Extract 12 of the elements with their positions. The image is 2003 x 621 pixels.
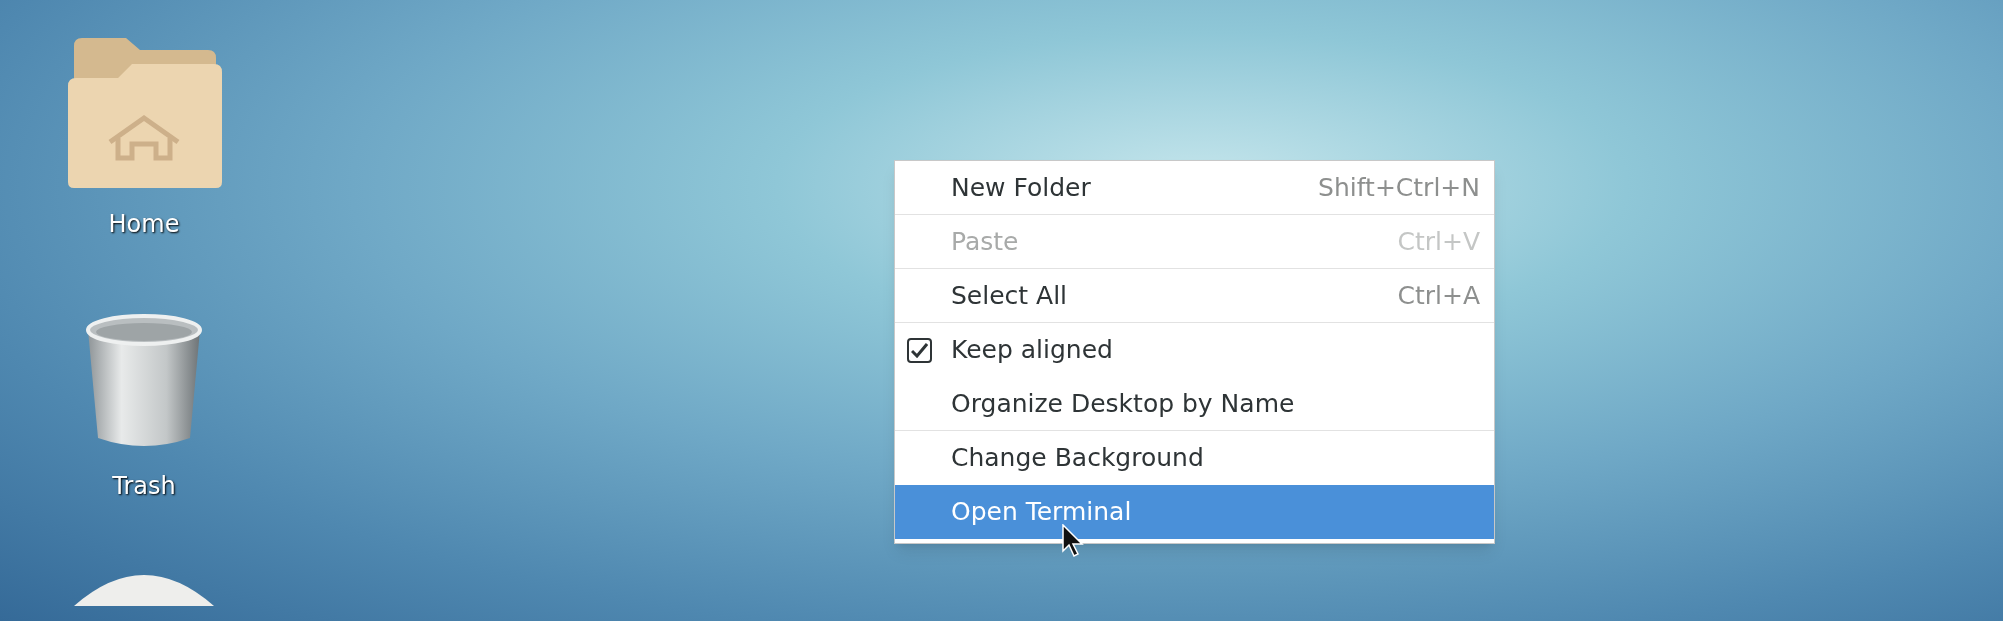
shortcut-label: Shift+Ctrl+N: [1318, 171, 1480, 204]
checkmark-icon: [911, 343, 928, 358]
shortcut-label: Ctrl+A: [1397, 279, 1480, 312]
menu-item[interactable]: Change Background: [895, 431, 1494, 485]
menu-item[interactable]: New Folder Shift+Ctrl+N: [895, 161, 1494, 215]
menu-item[interactable]: Keep aligned: [895, 323, 1494, 377]
shortcut-label: Ctrl+V: [1397, 225, 1480, 258]
checkbox[interactable]: [907, 338, 932, 363]
menu-item[interactable]: Organize Desktop by Name: [895, 377, 1494, 431]
home-folder-icon[interactable]: [66, 36, 222, 190]
desktop-icon-label[interactable]: Trash: [112, 468, 176, 504]
menu-item[interactable]: Select All Ctrl+A: [895, 269, 1494, 323]
